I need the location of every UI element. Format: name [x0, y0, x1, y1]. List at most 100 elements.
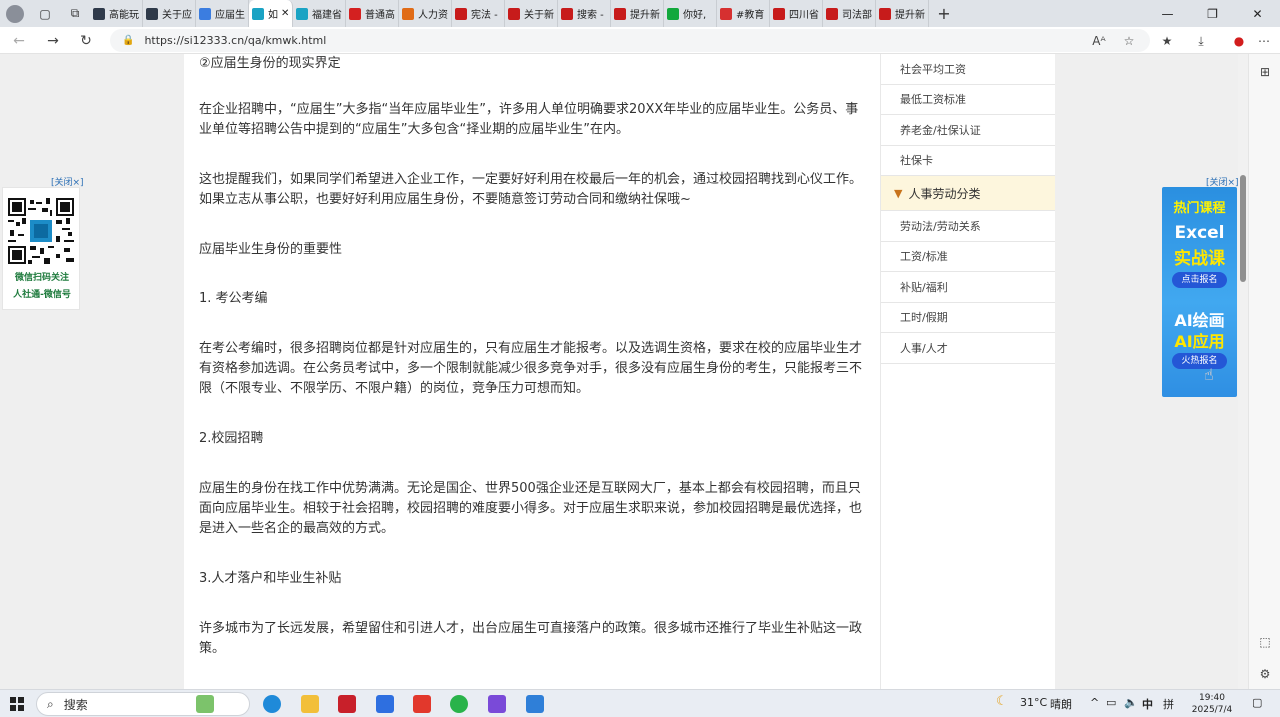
- article-paragraph: 这也提醒我们，如果同学们希望进入企业工作，一定要好好利用在校最后一年的机会，通过…: [199, 172, 863, 207]
- close-tab-icon[interactable]: ✕: [281, 8, 289, 19]
- browser-tab[interactable]: 关于新: [505, 0, 558, 27]
- start-button[interactable]: [10, 697, 24, 711]
- browser-tab[interactable]: 提升新: [876, 0, 929, 27]
- back-icon[interactable]: ←: [8, 30, 30, 52]
- sidebar-item[interactable]: 养老金/社保认证: [881, 115, 1055, 146]
- tab-actions-icon[interactable]: ⧉: [60, 0, 90, 27]
- url-text: https://si12333.cn/qa/kmwk.html: [144, 34, 327, 47]
- tab-favicon-icon: [720, 7, 732, 20]
- tab-favicon-icon: [199, 7, 211, 20]
- tab-label: 普通高: [365, 10, 395, 21]
- ad-title: Excel: [1174, 223, 1225, 243]
- sidebar-item[interactable]: 补贴/福利: [881, 272, 1055, 303]
- tab-favicon-icon: [508, 7, 520, 20]
- browser-tab[interactable]: 关于应: [143, 0, 196, 27]
- extension-icon[interactable]: ●: [1230, 32, 1248, 50]
- app-icon[interactable]: [526, 695, 544, 713]
- app-icon[interactable]: [376, 695, 394, 713]
- sidebar-item[interactable]: 社会平均工资: [881, 54, 1055, 85]
- edge-browser-icon[interactable]: [263, 695, 281, 713]
- article-paragraph: 在考公考编时，很多招聘岗位都是针对应届生的，只有应届生才能报考。以及选调生资格，…: [199, 341, 863, 396]
- weather-desc[interactable]: 晴朗: [1050, 696, 1072, 712]
- browser-tab[interactable]: 宪法 -: [452, 0, 505, 27]
- browser-tab[interactable]: 高能玩: [90, 0, 143, 27]
- tab-favicon-icon: [561, 7, 573, 20]
- ad-signup-button[interactable]: 点击报名: [1172, 272, 1227, 288]
- sidebar-item[interactable]: 工时/假期: [881, 303, 1055, 333]
- ad-hot-label: 热门课程: [1173, 201, 1226, 216]
- sidebar-add-icon[interactable]: ⊞: [1257, 64, 1273, 80]
- settings-gear-icon[interactable]: ⚙: [1257, 666, 1273, 682]
- browser-tab[interactable]: 你好,: [664, 0, 717, 27]
- app-icon[interactable]: [488, 695, 506, 713]
- downloads-icon[interactable]: ⤓: [1192, 32, 1210, 50]
- favorite-star-icon[interactable]: ☆: [1120, 32, 1138, 50]
- article-heading: 应届毕业生身份的重要性: [199, 242, 343, 257]
- screenshot-icon[interactable]: ⬚: [1257, 634, 1273, 650]
- volume-icon[interactable]: 🔈: [1124, 696, 1138, 709]
- browser-tab[interactable]: 四川省: [770, 0, 823, 27]
- browser-tab[interactable]: 应届生: [196, 0, 249, 27]
- forward-icon[interactable]: →: [42, 30, 64, 52]
- refresh-icon[interactable]: ↻: [75, 30, 97, 52]
- ime-indicator[interactable]: 中: [1142, 696, 1153, 712]
- read-aloud-icon[interactable]: Aᴬ: [1090, 32, 1108, 50]
- taskbar-search[interactable]: ⌕ 搜索: [36, 692, 250, 716]
- file-explorer-icon[interactable]: [301, 695, 319, 713]
- browser-tab[interactable]: 提升新: [611, 0, 664, 27]
- more-menu-icon[interactable]: ⋯: [1255, 32, 1273, 50]
- browser-tab[interactable]: 司法部: [823, 0, 876, 27]
- article-heading: 1. 考公考编: [199, 291, 268, 306]
- notification-icon[interactable]: ▢: [1252, 696, 1262, 709]
- close-window-icon[interactable]: ✕: [1235, 0, 1280, 27]
- article-heading: 2.校园招聘: [199, 431, 264, 446]
- search-icon: ⌕: [47, 696, 54, 711]
- browser-tab[interactable]: #教育: [717, 0, 770, 27]
- tab-label: 人力资: [418, 10, 448, 21]
- ad-signup-button[interactable]: 火热报名: [1172, 353, 1227, 369]
- tab-favicon-icon: [455, 7, 467, 20]
- widget-icon[interactable]: [196, 695, 214, 713]
- sidebar-item[interactable]: 最低工资标准: [881, 85, 1055, 115]
- address-bar[interactable]: 🔒 https://si12333.cn/qa/kmwk.html: [110, 29, 1150, 52]
- tab-favicon-icon: [296, 7, 308, 20]
- windows-taskbar: ⌕ 搜索 ☾ 31°C 晴朗 ^ ▭ 🔈 中 拼 19:40 2025/7/4 …: [0, 689, 1280, 717]
- page-scrollbar[interactable]: [1238, 54, 1248, 689]
- workspaces-icon[interactable]: ▢: [30, 0, 60, 27]
- tab-favicon-icon: [614, 7, 626, 20]
- sidebar-item[interactable]: 社保卡: [881, 146, 1055, 176]
- minimize-icon[interactable]: —: [1145, 0, 1190, 27]
- browser-tab[interactable]: 普通高: [346, 0, 399, 27]
- tab-label: 四川省: [789, 10, 819, 21]
- sidebar-item[interactable]: 工资/标准: [881, 242, 1055, 272]
- ad-title: 实战课: [1174, 249, 1225, 269]
- sidebar-category-header[interactable]: ▼ 人事劳动分类: [881, 176, 1055, 211]
- wechat-icon[interactable]: [450, 695, 468, 713]
- network-icon[interactable]: ▭: [1106, 696, 1116, 709]
- sidebar-item[interactable]: 劳动法/劳动关系: [881, 211, 1055, 242]
- chevron-up-icon[interactable]: ^: [1090, 696, 1099, 709]
- maximize-icon[interactable]: ❐: [1190, 0, 1235, 27]
- browser-tab[interactable]: 搜索 -: [558, 0, 611, 27]
- edge-sidebar: [1248, 54, 1280, 689]
- sidebar-item[interactable]: 人事/人才: [881, 333, 1055, 364]
- app-icon[interactable]: [338, 695, 356, 713]
- ime-mode[interactable]: 拼: [1163, 696, 1174, 712]
- browser-tab[interactable]: 如 ✕: [249, 0, 293, 27]
- weather-temp[interactable]: 31°C: [1020, 696, 1047, 709]
- ad-title: AI应用: [1174, 332, 1225, 351]
- wps-icon[interactable]: [413, 695, 431, 713]
- profile-button[interactable]: [0, 0, 30, 27]
- article-paragraph: 在企业招聘中，“应届生”大多指“当年应届毕业生”，许多用人单位明确要求20XX年…: [199, 102, 859, 137]
- article-content: ②应届生身份的现实界定 在企业招聘中，“应届生”大多指“当年应届毕业生”，许多用…: [184, 54, 880, 689]
- hand-pointer-icon: ☝: [1204, 365, 1214, 384]
- weather-moon-icon[interactable]: ☾: [996, 694, 1008, 709]
- browser-tab[interactable]: 人力资: [399, 0, 452, 27]
- favorites-icon[interactable]: ★: [1158, 32, 1176, 50]
- browser-tab[interactable]: 福建省: [293, 0, 346, 27]
- tab-favicon-icon: [93, 7, 105, 20]
- course-ad-banner[interactable]: 热门课程 Excel 实战课 点击报名 AI绘画 AI应用 火热报名 ☝: [1162, 187, 1237, 397]
- new-tab-button[interactable]: +: [929, 0, 959, 27]
- system-clock[interactable]: 19:40 2025/7/4: [1188, 692, 1236, 716]
- scrollbar-thumb[interactable]: [1240, 175, 1246, 282]
